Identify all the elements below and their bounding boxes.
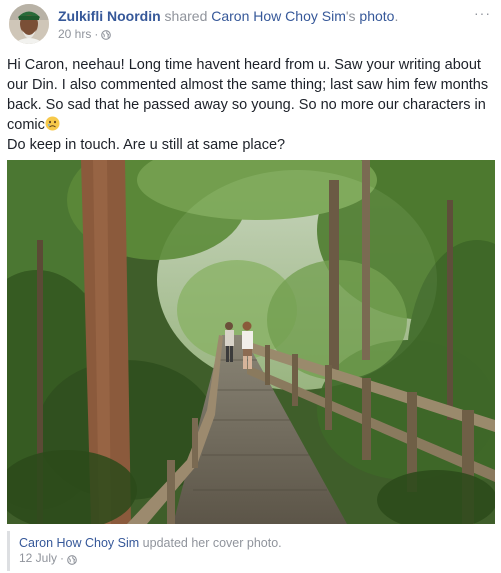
post-header: Zulkifli Noordin shared Caron How Choy S… xyxy=(58,7,398,25)
period-label: . xyxy=(394,8,399,24)
shared-post: Zulkifli Noordin shared Caron How Choy S… xyxy=(0,0,501,573)
post-meta: 20 hrs · xyxy=(58,27,112,41)
shared-photo-link[interactable]: photo xyxy=(359,8,394,24)
post-text-line-2: Do keep in touch. Are u still at same pl… xyxy=(7,137,286,153)
shared-attachment-info: Caron How Choy Sim updated her cover pho… xyxy=(7,531,495,571)
author-name-link[interactable]: Zulkifli Noordin xyxy=(58,8,161,24)
post-text-paragraph: Hi Caron, neehau! Long time havent heard… xyxy=(7,55,497,135)
globe-icon xyxy=(101,29,112,40)
possessive-label: 's xyxy=(345,8,360,24)
post-timestamp-link[interactable]: 20 hrs xyxy=(58,27,91,41)
shared-owner-link[interactable]: Caron How Choy Sim xyxy=(211,8,346,24)
globe-icon xyxy=(67,554,77,565)
attachment-headline: Caron How Choy Sim updated her cover pho… xyxy=(19,535,495,551)
attachment-meta: 12 July · xyxy=(19,551,495,566)
meta-separator: · xyxy=(94,27,99,41)
attachment-date-link[interactable]: 12 July xyxy=(19,551,57,566)
post-text-line-1: Hi Caron, neehau! Long time havent heard… xyxy=(7,57,489,133)
more-options-button[interactable]: ··· xyxy=(474,5,491,21)
author-avatar[interactable] xyxy=(9,4,49,44)
attachment-action: updated her cover photo. xyxy=(139,536,282,550)
attachment-separator: · xyxy=(60,551,65,565)
post-body: Hi Caron, neehau! Long time havent heard… xyxy=(7,55,497,155)
attachment-owner-link[interactable]: Caron How Choy Sim xyxy=(19,536,139,550)
sad-face-emoji-icon xyxy=(45,116,60,131)
shared-photo[interactable] xyxy=(7,160,495,524)
shared-label: shared xyxy=(160,8,212,24)
